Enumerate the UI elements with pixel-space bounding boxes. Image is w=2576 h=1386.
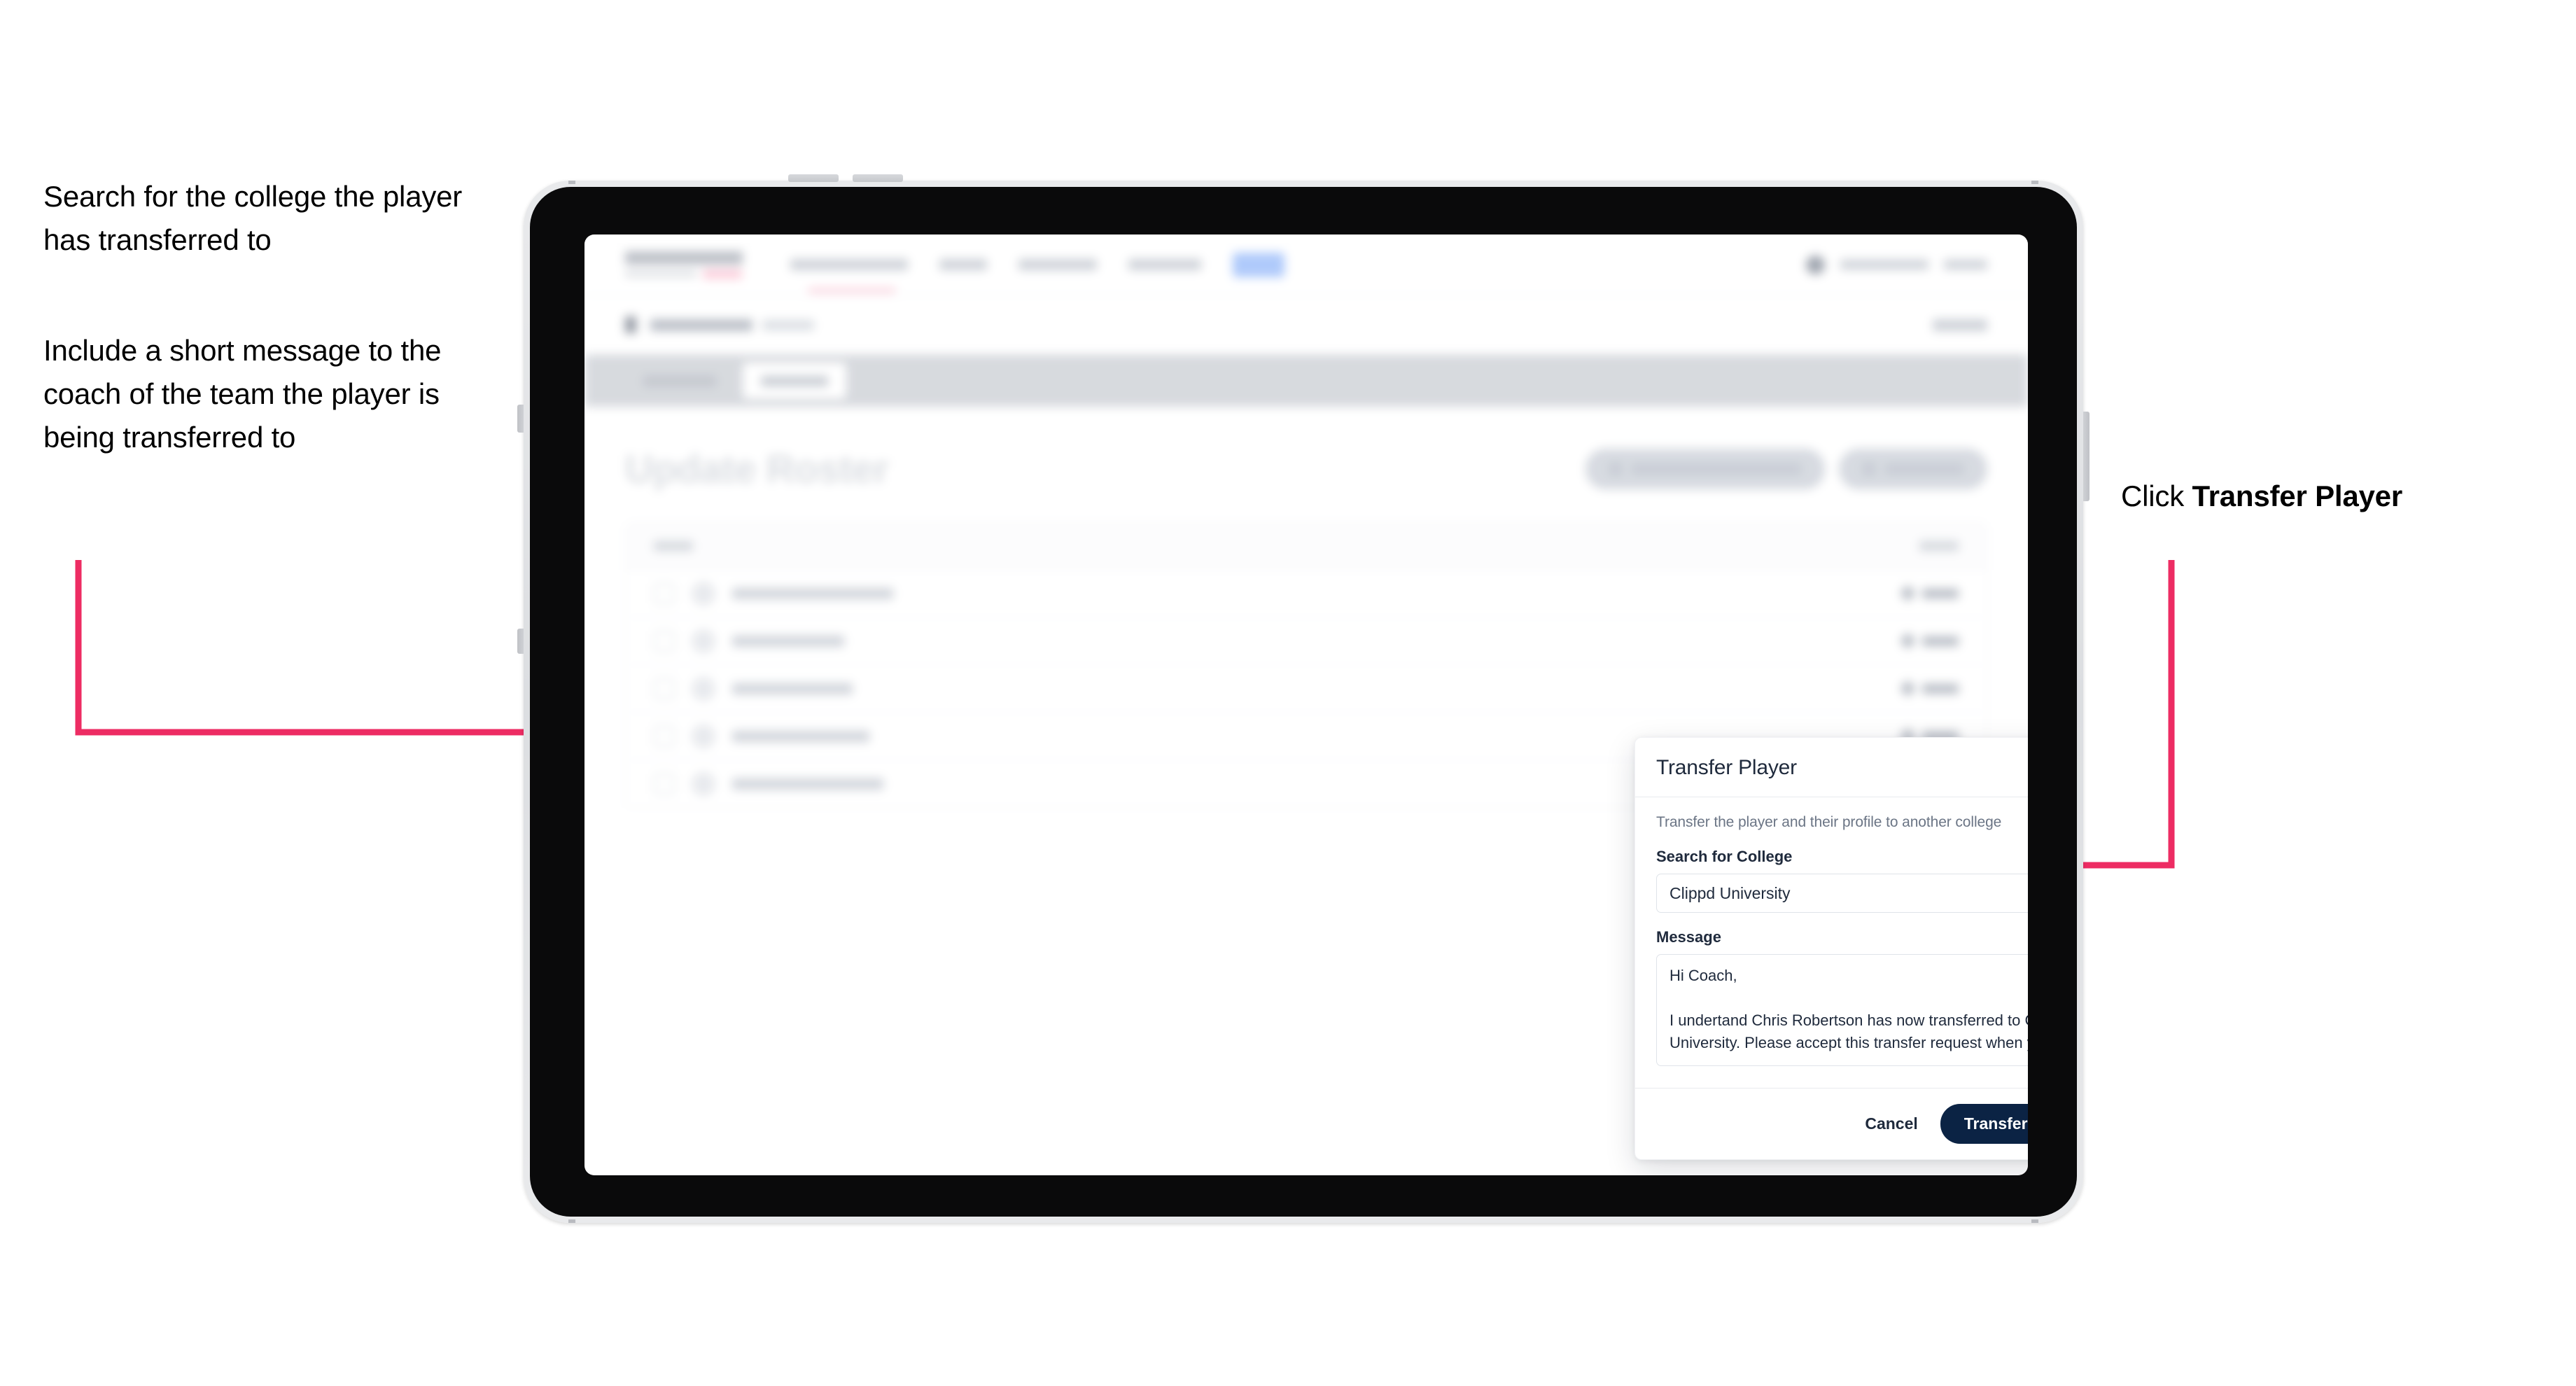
tab-roster-label [761,375,828,386]
breadcrumb [584,295,2028,355]
player-avatar [692,581,715,606]
dialog-title: Transfer Player [1656,756,1797,779]
frame-seam-top-left [568,181,575,184]
logo-wordmark [625,251,743,265]
tablet-screen: Update Roster Transfer Player Transfer t… [584,234,2028,1175]
row-checkbox[interactable] [654,678,675,699]
player-name [732,682,853,694]
college-field-label: Search for College [1656,848,1793,865]
player-avatar [692,629,715,653]
dialog-header: Transfer Player [1635,738,2028,797]
annotation-click-prefix: Click [2121,479,2192,512]
table-row[interactable] [626,665,1987,713]
player-avatar [692,724,715,748]
player-avatar [692,676,715,701]
annotation-search-college: Search for the college the player has tr… [43,180,463,257]
row-edit-action[interactable] [1899,680,1959,697]
cancel-button[interactable]: Cancel [1861,1107,1921,1140]
request-player-transfer-button[interactable] [1586,448,1825,489]
frame-seam-bottom-left [568,1219,575,1223]
page-title: Update Roster [625,447,889,491]
avatar[interactable] [1806,255,1825,274]
request-player-transfer-label [1632,463,1801,474]
row-edit-action[interactable] [1899,584,1959,602]
frame-seam-top-right [2031,181,2038,184]
message-field-group: Message [1656,928,2028,1070]
pencil-icon [1899,584,1917,602]
breadcrumb-team[interactable] [650,318,752,331]
pencil-icon [1899,680,1917,697]
row-checkbox[interactable] [654,773,675,794]
scoreboard-logo[interactable] [625,251,750,279]
transfer-player-dialog: Transfer Player Transfer the player and … [1634,737,2028,1160]
breadcrumb-season [762,319,814,330]
annotation-click-emphasis: Transfer Player [2192,479,2402,512]
primary-nav [790,252,1284,293]
player-avatar [692,771,715,796]
transfer-icon [1609,462,1622,475]
tab-overview[interactable] [625,363,734,399]
plus-icon [1863,462,1875,475]
nav-item-stats-picks[interactable] [1128,259,1201,270]
tab-roster[interactable] [743,363,846,399]
nav-item-roster[interactable] [1233,252,1284,277]
tablet-device: Update Roster Transfer Player Transfer t… [517,174,2090,1223]
pencil-icon [1899,632,1917,650]
annotation-include-message: Include a short message to the coach of … [43,334,442,454]
table-row[interactable] [626,617,1987,665]
logo-subline [625,269,750,279]
breadcrumb-cancel-link[interactable] [1933,318,1987,331]
nav-item-championships[interactable] [790,259,908,270]
row-checkbox[interactable] [654,582,675,604]
add-player-button[interactable] [1839,448,1987,489]
add-player-label [1885,463,1963,474]
row-edit-action[interactable] [1899,632,1959,650]
power-button[interactable] [2083,412,2090,501]
message-field-label: Message [1656,928,1721,946]
player-name [732,635,844,647]
account-email [1840,260,1928,270]
logo-badge [703,269,742,279]
roster-table-header [626,523,1987,570]
player-name [732,730,869,742]
edit-label [1922,588,1959,598]
team-crest-icon [625,316,636,333]
nav-item-teams[interactable] [939,259,987,270]
logo-subline-text [625,271,696,276]
table-row[interactable] [626,570,1987,617]
column-header-edit [1919,541,1959,551]
tab-overview-label [643,375,716,386]
page-header-row: Update Roster [625,407,1987,491]
section-tabs [584,355,2028,407]
row-checkbox[interactable] [654,630,675,652]
page-actions [1586,448,1987,489]
player-name [732,778,883,790]
tablet-bezel: Update Roster Transfer Player Transfer t… [530,187,2077,1217]
sign-out-link[interactable] [1944,260,1987,270]
annotation-click-transfer: Click Transfer Player [2121,475,2555,518]
search-college-input[interactable] [1656,874,2028,913]
column-header-name [654,541,693,551]
message-input[interactable] [1656,954,2028,1066]
dialog-body: Transfer the player and their profile to… [1635,797,2028,1088]
volume-up-button[interactable] [788,174,839,182]
frame-seam-bottom-right [2031,1219,2038,1223]
left-antenna-band-bottom [517,629,524,654]
dialog-subtitle: Transfer the player and their profile to… [1656,814,2002,830]
transfer-player-button[interactable]: Transfer Player [1940,1104,2028,1144]
volume-down-button[interactable] [853,174,903,182]
left-antenna-band-top [517,405,524,433]
dialog-footer: Cancel Transfer Player [1635,1088,2028,1159]
header-account-area [1806,255,1987,274]
nav-active-underline [808,288,895,293]
edit-label [1922,636,1959,646]
edit-label [1922,683,1959,694]
app-header [584,234,2028,295]
nav-item-leaderboard[interactable] [1018,259,1097,270]
row-checkbox[interactable] [654,725,675,747]
player-name [732,587,893,599]
